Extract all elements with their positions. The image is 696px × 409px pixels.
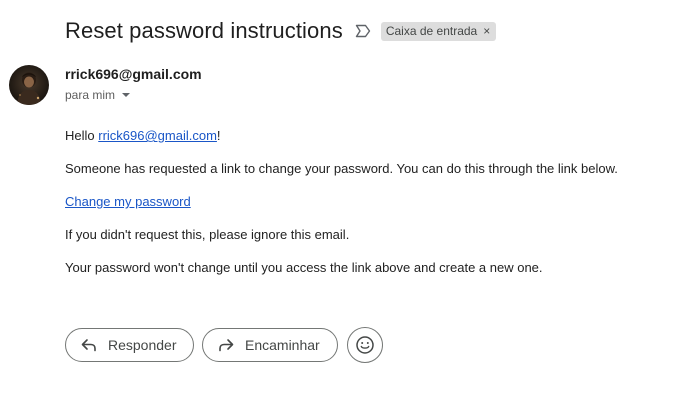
unchanged-line: Your password won't change until you acc… (65, 260, 543, 275)
forward-icon (217, 336, 235, 354)
emoji-icon (355, 335, 375, 355)
greeting-email-link[interactable]: rrick696@gmail.com (98, 128, 217, 143)
email-view: Reset password instructions Caixa de ent… (0, 0, 696, 409)
chevron-down-icon[interactable] (121, 92, 131, 98)
reply-icon (80, 336, 98, 354)
important-marker-icon[interactable] (355, 24, 371, 38)
forward-label: Encaminhar (245, 337, 320, 353)
sender-name: rrick696@gmail.com (65, 66, 202, 82)
action-bar: Responder Encaminhar (65, 327, 383, 363)
greeting-suffix: ! (216, 128, 221, 143)
greeting-prefix: Hello (65, 128, 99, 143)
ignore-line: If you didn't request this, please ignor… (65, 227, 350, 242)
reply-button[interactable]: Responder (65, 328, 194, 362)
recipient-details: para mim (65, 88, 131, 102)
greeting-line: Hello rrick696@gmail.com! (65, 128, 685, 148)
recipient-text: para mim (65, 88, 116, 102)
request-line: Someone has requested a link to change y… (65, 161, 618, 176)
remove-label-button[interactable]: × (483, 24, 490, 38)
inbox-label-text: Caixa de entrada (385, 24, 478, 38)
email-body: Hello rrick696@gmail.com! Someone has re… (65, 128, 685, 280)
forward-button[interactable]: Encaminhar (202, 328, 338, 362)
inbox-label-chip[interactable]: Caixa de entrada × (380, 21, 497, 41)
change-password-line: Change my password (65, 194, 685, 214)
emoji-reaction-button[interactable] (347, 327, 383, 363)
avatar[interactable] (9, 65, 49, 105)
reply-label: Responder (108, 337, 177, 353)
subject-row: Reset password instructions Caixa de ent… (65, 14, 497, 48)
change-password-link[interactable]: Change my password (65, 194, 191, 209)
email-subject: Reset password instructions (65, 18, 343, 43)
